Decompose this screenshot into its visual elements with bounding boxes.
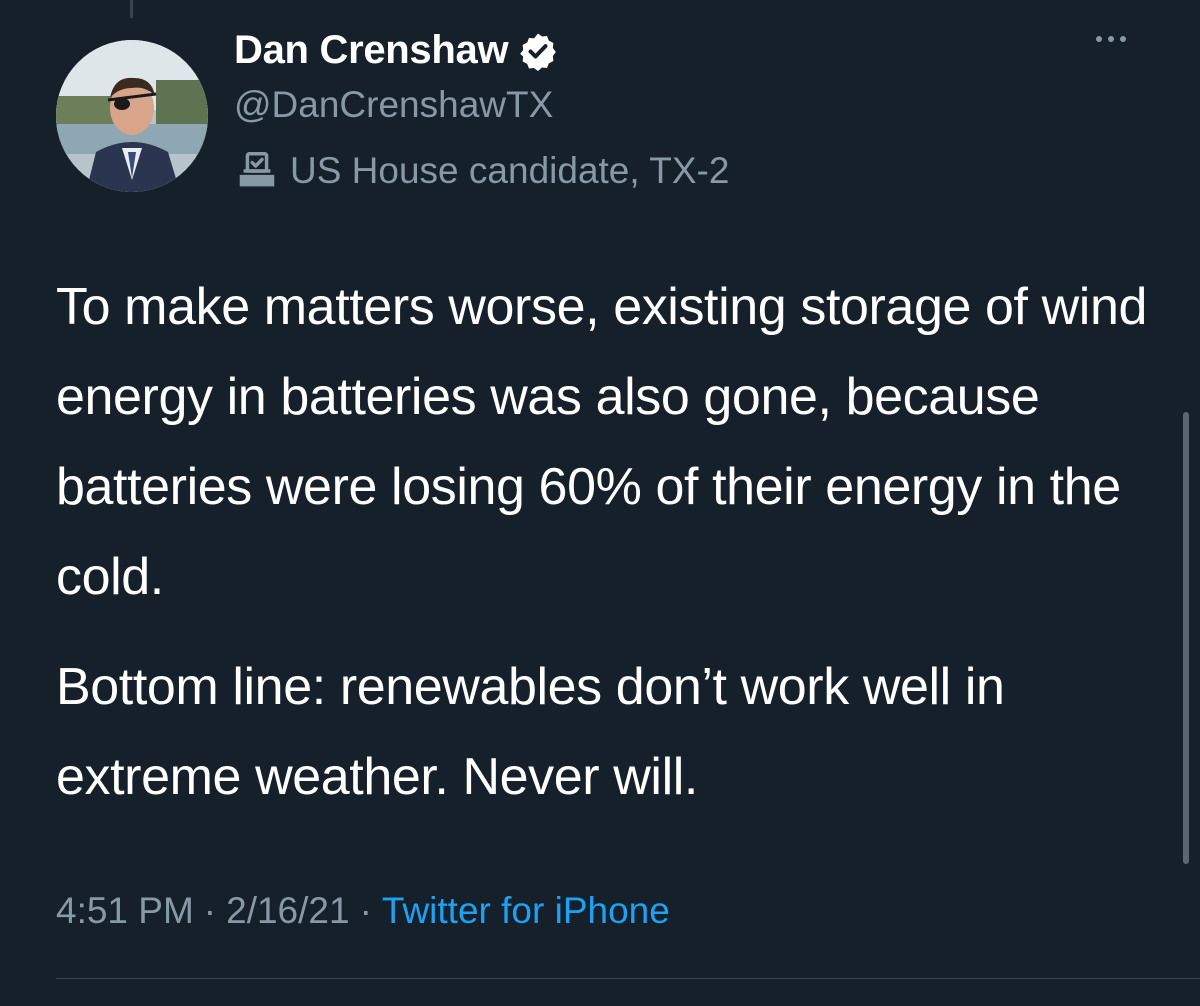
author-display-name-text[interactable]: Dan Crenshaw (234, 28, 509, 73)
tweet-text: To make matters worse, existing storage … (56, 262, 1166, 822)
tweet-paragraph: To make matters worse, existing storage … (56, 278, 1147, 606)
divider (56, 978, 1200, 979)
more-dot (1120, 36, 1126, 42)
author-handle[interactable]: @DanCrenshawTX (234, 84, 553, 126)
tweet-paragraph: Bottom line: renewables don’t work well … (56, 658, 1005, 806)
tweet-source-link[interactable]: Twitter for iPhone (382, 890, 670, 931)
author-display-name[interactable]: Dan Crenshaw (234, 28, 558, 73)
more-options-icon[interactable] (1096, 36, 1126, 42)
author-label-text: US House candidate, TX-2 (290, 150, 730, 191)
avatar-photo (56, 40, 208, 192)
tweet-metadata: 4:51 PM · 2/16/21 · Twitter for iPhone (56, 890, 670, 932)
meta-separator: · (203, 890, 217, 931)
ballot-box-icon (239, 152, 275, 187)
author-label: US House candidate, TX-2 (234, 148, 729, 194)
thread-connector-line (130, 0, 133, 18)
meta-separator: · (359, 890, 372, 931)
avatar[interactable] (56, 40, 208, 192)
scrollbar[interactable] (1183, 412, 1189, 864)
tweet-date[interactable]: 2/16/21 (226, 890, 349, 931)
more-dot (1108, 36, 1114, 42)
verified-badge-icon (520, 33, 557, 71)
more-dot (1096, 36, 1102, 42)
tweet-time[interactable]: 4:51 PM (56, 890, 194, 931)
